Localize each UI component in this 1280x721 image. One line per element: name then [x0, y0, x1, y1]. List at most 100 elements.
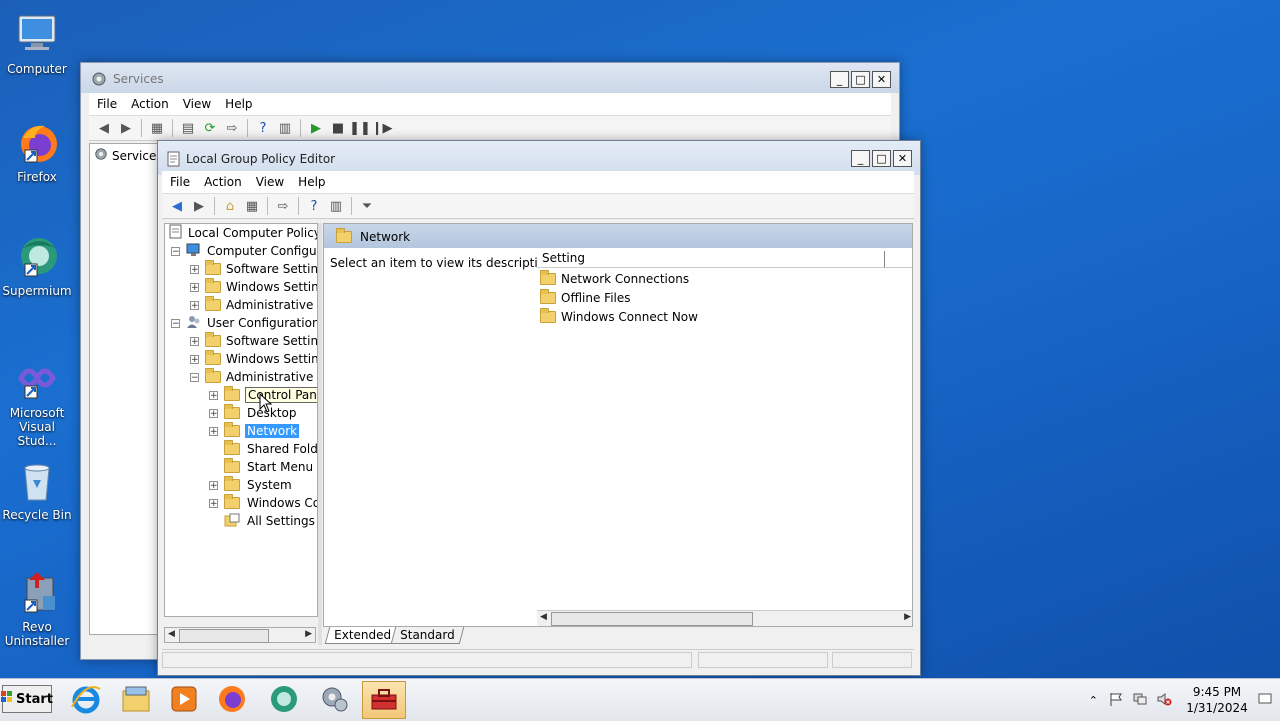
collapse-icon[interactable]: − [171, 318, 180, 328]
minimize-button[interactable]: _ [830, 71, 849, 88]
pane-splitter[interactable] [318, 223, 322, 645]
desktop-icon-recycle-bin[interactable]: Recycle Bin [0, 456, 74, 522]
view-icon[interactable]: ▥ [276, 119, 294, 137]
menu-file[interactable]: File [97, 97, 117, 111]
network-icon[interactable] [1132, 691, 1148, 710]
maximize-button[interactable]: □ [872, 150, 891, 167]
expand-icon[interactable]: + [190, 264, 199, 274]
menu-help[interactable]: Help [298, 175, 325, 189]
collapse-icon[interactable]: − [190, 372, 199, 382]
volume-muted-icon[interactable] [1156, 691, 1172, 710]
taskbar-media-player[interactable] [162, 681, 206, 719]
menu-action[interactable]: Action [131, 97, 169, 111]
expand-icon[interactable]: + [209, 390, 218, 400]
tree-item-all-settings[interactable]: All Settings [209, 512, 317, 530]
menu-action[interactable]: Action [204, 175, 242, 189]
services-titlebar[interactable]: Services _ □ ✕ [81, 63, 899, 93]
help-icon[interactable]: ? [254, 119, 272, 137]
show-hide-tree-icon[interactable]: ▦ [148, 119, 166, 137]
tree-item-shared-folders[interactable]: Shared Folder [209, 440, 317, 458]
forward-arrow-icon[interactable]: ▶ [117, 119, 135, 137]
tree-item-desktop[interactable]: + Desktop [209, 404, 299, 422]
tree-item-uc-software-settings[interactable]: + Software Settings [190, 332, 317, 350]
menu-help[interactable]: Help [225, 97, 252, 111]
tree-item-start-menu[interactable]: Start Menu ar [209, 458, 317, 476]
tree-item-computer-configuration[interactable]: − Computer Configura [171, 242, 317, 260]
tree-item-uc-windows-settings[interactable]: + Windows Setting [190, 350, 317, 368]
expand-icon[interactable]: + [209, 480, 218, 490]
show-desktop-icon[interactable] [1258, 693, 1272, 708]
taskbar-supermium[interactable] [262, 681, 306, 719]
stop-service-icon[interactable]: ■ [329, 119, 347, 137]
expand-icon[interactable]: + [190, 336, 199, 346]
maximize-button[interactable]: □ [851, 71, 870, 88]
desktop-icon-firefox[interactable]: Firefox [0, 118, 74, 184]
forward-arrow-icon[interactable]: ▶ [190, 197, 208, 215]
tree-item-user-configuration[interactable]: − User Configuration [171, 314, 317, 332]
desktop-icon-visual-studio[interactable]: Microsoft Visual Stud... [0, 354, 74, 448]
back-arrow-icon[interactable]: ◀ [168, 197, 186, 215]
minimize-button[interactable]: _ [851, 150, 870, 167]
scroll-right-arrow-icon[interactable]: ▶ [305, 629, 312, 639]
view-icon[interactable]: ▥ [327, 197, 345, 215]
expand-icon[interactable]: + [209, 426, 218, 436]
tree-horizontal-scrollbar[interactable]: ◀ ▶ [164, 627, 316, 643]
gpe-tree-pane[interactable]: Local Computer Policy − Computer Configu… [164, 223, 318, 617]
tab-extended[interactable]: Extended [324, 627, 401, 644]
desktop-icon-computer[interactable]: Computer [0, 10, 74, 76]
expand-icon[interactable]: + [209, 498, 218, 508]
restart-service-icon[interactable]: ❙▶ [372, 119, 393, 137]
start-service-icon[interactable]: ▶ [307, 119, 325, 137]
export-icon[interactable]: ⇨ [274, 197, 292, 215]
gpe-titlebar[interactable]: Local Group Policy Editor _ □ ✕ [158, 141, 920, 175]
scrollbar-thumb[interactable] [551, 612, 753, 626]
desktop-icon-revo-uninstaller[interactable]: Revo Uninstaller [0, 568, 74, 648]
services-tree-root[interactable]: Services [112, 149, 163, 163]
taskbar-firefox[interactable] [210, 681, 254, 719]
list-item-network-connections[interactable]: Network Connections [540, 270, 689, 288]
show-hidden-icons-icon[interactable]: ⌃ [1089, 694, 1098, 707]
scroll-left-arrow-icon[interactable]: ◀ [540, 612, 547, 622]
taskbar-group-policy-editor[interactable] [362, 681, 406, 719]
gpe-window[interactable]: Local Group Policy Editor _ □ ✕ File Act… [157, 140, 921, 676]
desktop-icon-supermium[interactable]: Supermium [0, 232, 74, 298]
tree-item-windows-components[interactable]: + Windows Cor [209, 494, 317, 512]
expand-icon[interactable]: + [190, 282, 199, 292]
refresh-icon[interactable]: ⟳ [201, 119, 219, 137]
pause-service-icon[interactable]: ❚❚ [349, 119, 371, 137]
up-folder-icon[interactable]: ⌂ [221, 197, 239, 215]
taskbar-internet-explorer[interactable] [64, 681, 108, 719]
show-hide-tree-icon[interactable]: ▦ [243, 197, 261, 215]
action-center-flag-icon[interactable] [1108, 691, 1124, 710]
collapse-icon[interactable]: − [171, 246, 180, 256]
tree-item-cc-windows-settings[interactable]: + Windows Setting [190, 278, 317, 296]
taskbar-file-explorer[interactable] [114, 681, 158, 719]
tree-item-cc-software-settings[interactable]: + Software Settings [190, 260, 317, 278]
list-item-offline-files[interactable]: Offline Files [540, 289, 631, 307]
close-button[interactable]: ✕ [893, 150, 912, 167]
filter-icon[interactable]: ⏷ [358, 197, 376, 215]
expand-icon[interactable]: + [190, 300, 199, 310]
tree-item-local-computer-policy[interactable]: Local Computer Policy [169, 224, 317, 242]
start-button[interactable]: Start [1, 685, 53, 713]
clock[interactable]: 9:45 PM 1/31/2024 [1182, 684, 1252, 716]
expand-icon[interactable]: + [209, 408, 218, 418]
gpe-details-pane[interactable]: Network Select an item to view its descr… [323, 223, 913, 627]
taskbar-services[interactable] [312, 681, 356, 719]
tree-item-system[interactable]: + System [209, 476, 294, 494]
scrollbar-thumb[interactable] [179, 629, 269, 643]
menu-file[interactable]: File [170, 175, 190, 189]
menu-view[interactable]: View [183, 97, 211, 111]
tree-item-uc-administrative-templates[interactable]: − Administrative Te [190, 368, 317, 386]
list-item-windows-connect-now[interactable]: Windows Connect Now [540, 308, 698, 326]
help-icon[interactable]: ? [305, 197, 323, 215]
tree-item-network[interactable]: + Network [209, 422, 300, 440]
export-icon[interactable]: ⇨ [223, 119, 241, 137]
menu-view[interactable]: View [256, 175, 284, 189]
properties-icon[interactable]: ▤ [179, 119, 197, 137]
scroll-right-arrow-icon[interactable]: ▶ [904, 612, 911, 622]
expand-icon[interactable]: + [190, 354, 199, 364]
services-tree-pane[interactable]: Services [89, 143, 163, 635]
tree-item-cc-administrative-templates[interactable]: + Administrative Te [190, 296, 317, 314]
list-horizontal-scrollbar[interactable]: ◀ ▶ [537, 610, 912, 626]
